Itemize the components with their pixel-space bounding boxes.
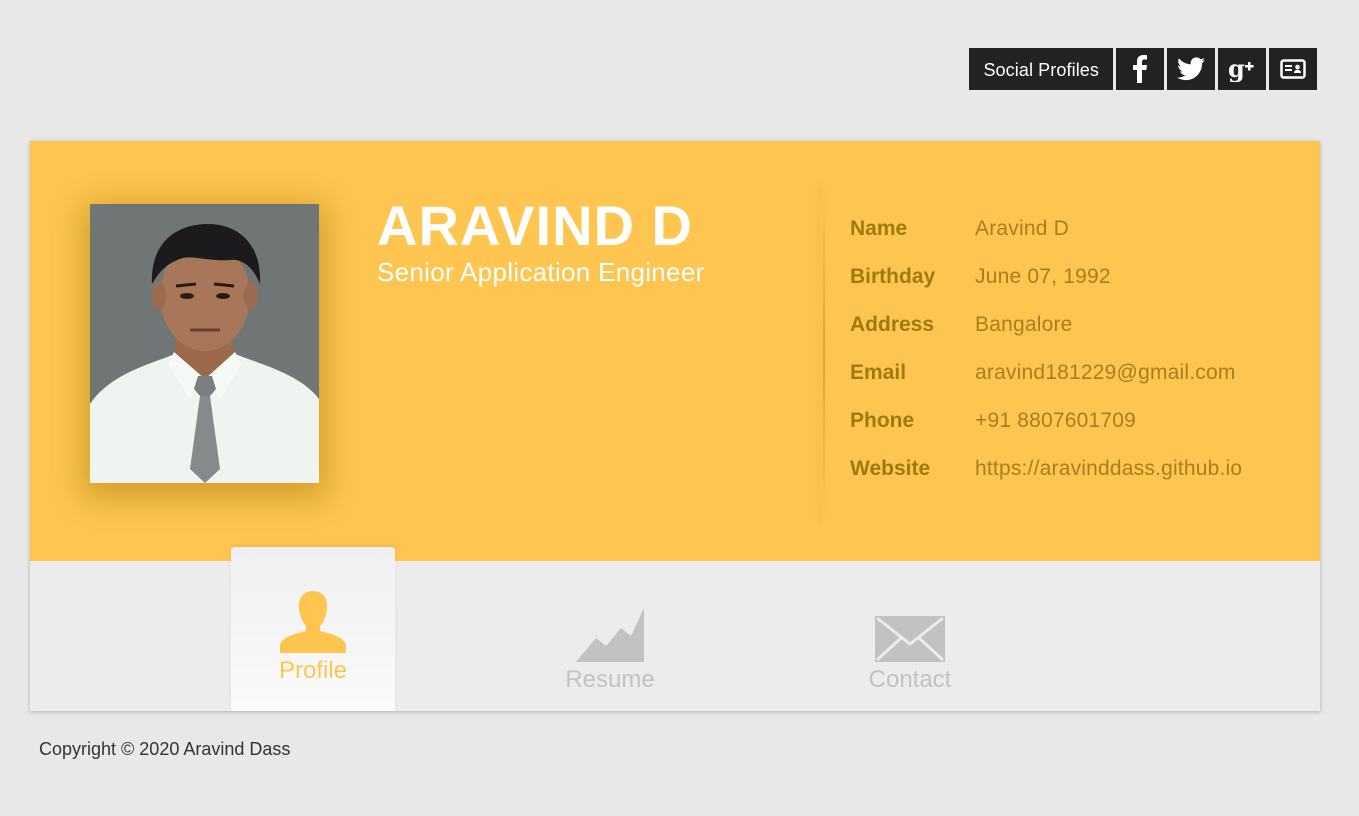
info-row-phone: Phone +91 8807601709 — [850, 409, 1242, 457]
info-value-email[interactable]: aravind181229@gmail.com — [975, 361, 1236, 385]
vcard-icon — [1280, 59, 1306, 79]
google-plus-icon: g — [1228, 56, 1254, 82]
profile-name: ARAVIND D — [377, 194, 693, 257]
info-row-name: Name Aravind D — [850, 217, 1242, 265]
info-label: Email — [850, 361, 907, 384]
info-value-phone: +91 8807601709 — [975, 409, 1137, 432]
info-row-email: Email aravind181229@gmail.com — [850, 361, 1242, 409]
info-label: Name — [850, 217, 908, 240]
info-label: Phone — [850, 409, 915, 432]
info-row-birthday: Birthday June 07, 1992 — [850, 265, 1242, 313]
twitter-icon — [1177, 57, 1205, 81]
person-photo-icon — [90, 204, 319, 483]
info-value-website[interactable]: https://aravinddass.github.io — [975, 457, 1242, 481]
envelope-icon — [875, 616, 945, 662]
tab-bar: Profile Resume Contact — [30, 547, 1320, 711]
social-profiles-label: Social Profiles — [969, 48, 1113, 90]
social-bar: Social Profiles g — [969, 48, 1317, 90]
tab-profile[interactable]: Profile — [231, 547, 395, 711]
chart-icon — [576, 608, 644, 662]
info-row-website: Website https://aravinddass.github.io — [850, 457, 1242, 505]
info-row-address: Address Bangalore — [850, 313, 1242, 361]
info-label: Birthday — [850, 265, 936, 288]
profile-photo — [90, 204, 319, 483]
tab-label-resume: Resume — [565, 666, 655, 693]
footer-copyright: Copyright © 2020 Aravind Dass — [39, 739, 291, 759]
facebook-button[interactable] — [1116, 48, 1164, 90]
tab-label-contact: Contact — [868, 666, 952, 693]
twitter-button[interactable] — [1167, 48, 1215, 90]
google-plus-button[interactable]: g — [1218, 48, 1266, 90]
info-value-address: Bangalore — [975, 313, 1073, 336]
profile-job-title: Senior Application Engineer — [377, 257, 705, 287]
info-value-birthday: June 07, 1992 — [975, 265, 1111, 288]
info-list: Name Aravind D Birthday June 07, 1992 Ad… — [850, 217, 1242, 505]
info-label: Website — [850, 457, 931, 480]
user-icon — [280, 591, 346, 653]
info-label: Address — [850, 313, 935, 336]
profile-card: ARAVIND D Senior Application Engineer Na… — [30, 141, 1320, 711]
tab-contact[interactable]: Contact — [828, 561, 992, 711]
svg-text:g: g — [1228, 56, 1245, 82]
tab-resume[interactable]: Resume — [528, 561, 692, 711]
tab-label-profile: Profile — [278, 657, 348, 684]
vcard-button[interactable] — [1269, 48, 1317, 90]
info-value-name: Aravind D — [975, 217, 1070, 240]
header-divider — [823, 183, 825, 523]
facebook-icon — [1133, 55, 1147, 83]
profile-header: ARAVIND D Senior Application Engineer Na… — [30, 141, 1320, 561]
